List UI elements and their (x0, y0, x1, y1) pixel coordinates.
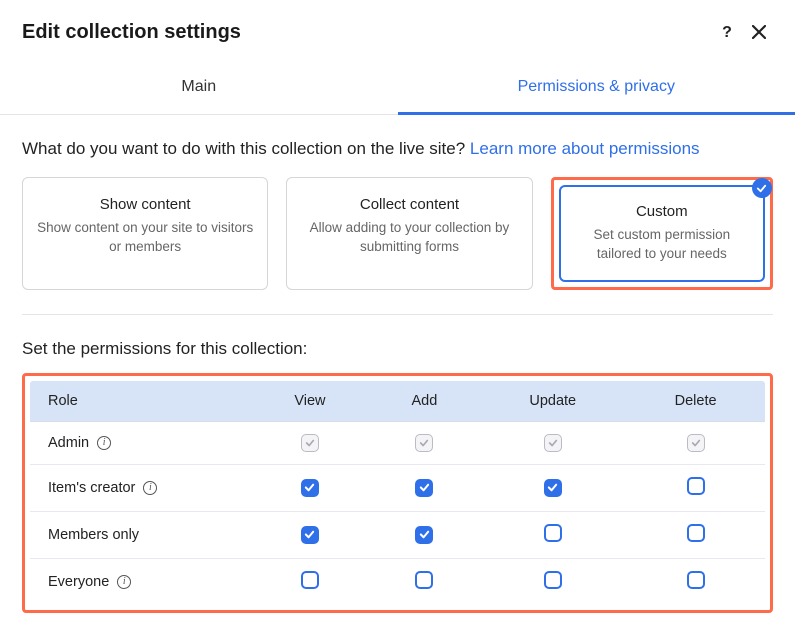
divider (22, 314, 773, 315)
permissions-table: Role View Add Update Delete Admin iItem'… (29, 380, 766, 606)
role-label: Admin (48, 435, 89, 451)
checkbox-checked[interactable] (415, 526, 433, 544)
table-header-row: Role View Add Update Delete (30, 380, 766, 421)
selected-check-icon (752, 178, 772, 198)
role-cell: Members only (48, 527, 232, 543)
info-icon[interactable]: i (143, 481, 157, 495)
checkbox-locked (687, 434, 705, 452)
dialog-title: Edit collection settings (22, 21, 711, 44)
question-text: What do you want to do with this collect… (22, 139, 470, 158)
option-custom[interactable]: Custom Set custom permission tailored to… (551, 177, 773, 290)
table-row: Members only (30, 511, 766, 558)
checkbox-unchecked[interactable] (415, 571, 433, 589)
role-cell: Everyone i (48, 574, 232, 590)
checkbox-locked (544, 434, 562, 452)
checkbox-unchecked[interactable] (687, 571, 705, 589)
permissions-table-label: Set the permissions for this collection: (22, 339, 773, 359)
permissions-question: What do you want to do with this collect… (22, 139, 773, 159)
checkbox-unchecked[interactable] (544, 571, 562, 589)
tab-bar: Main Permissions & privacy (0, 58, 795, 115)
role-cell: Admin i (48, 435, 232, 451)
option-show-content[interactable]: Show content Show content on your site t… (22, 177, 268, 290)
role-label: Item's creator (48, 480, 135, 496)
option-desc: Show content on your site to visitors or… (37, 219, 253, 257)
tab-permissions[interactable]: Permissions & privacy (398, 58, 795, 115)
table-row: Admin i (30, 421, 766, 464)
col-update: Update (479, 380, 626, 421)
svg-text:?: ? (722, 24, 732, 40)
col-delete: Delete (626, 380, 765, 421)
option-title: Custom (575, 203, 749, 220)
checkbox-checked[interactable] (415, 479, 433, 497)
option-collect-content[interactable]: Collect content Allow adding to your col… (286, 177, 532, 290)
col-add: Add (370, 380, 480, 421)
role-label: Members only (48, 527, 139, 543)
option-desc: Set custom permission tailored to your n… (575, 226, 749, 264)
option-desc: Allow adding to your collection by submi… (301, 219, 517, 257)
role-cell: Item's creator i (48, 480, 232, 496)
checkbox-locked (301, 434, 319, 452)
checkbox-checked[interactable] (544, 479, 562, 497)
close-icon (752, 25, 766, 39)
permission-mode-options: Show content Show content on your site t… (22, 177, 773, 290)
permissions-table-highlight: Role View Add Update Delete Admin iItem'… (22, 373, 773, 613)
help-icon: ? (719, 24, 735, 40)
option-title: Collect content (301, 196, 517, 213)
learn-more-link[interactable]: Learn more about permissions (470, 139, 700, 158)
table-row: Item's creator i (30, 464, 766, 511)
info-icon[interactable]: i (117, 575, 131, 589)
col-view: View (250, 380, 369, 421)
checkbox-unchecked[interactable] (687, 524, 705, 542)
option-title: Show content (37, 196, 253, 213)
info-icon[interactable]: i (97, 436, 111, 450)
checkbox-locked (415, 434, 433, 452)
checkbox-checked[interactable] (301, 526, 319, 544)
help-button[interactable]: ? (711, 16, 743, 48)
checkbox-unchecked[interactable] (301, 571, 319, 589)
checkbox-unchecked[interactable] (544, 524, 562, 542)
checkbox-checked[interactable] (301, 479, 319, 497)
col-role: Role (30, 380, 251, 421)
checkbox-unchecked[interactable] (687, 477, 705, 495)
tab-main[interactable]: Main (0, 58, 398, 115)
dialog-header: Edit collection settings ? (0, 0, 795, 58)
table-row: Everyone i (30, 558, 766, 605)
role-label: Everyone (48, 574, 109, 590)
close-button[interactable] (743, 16, 775, 48)
